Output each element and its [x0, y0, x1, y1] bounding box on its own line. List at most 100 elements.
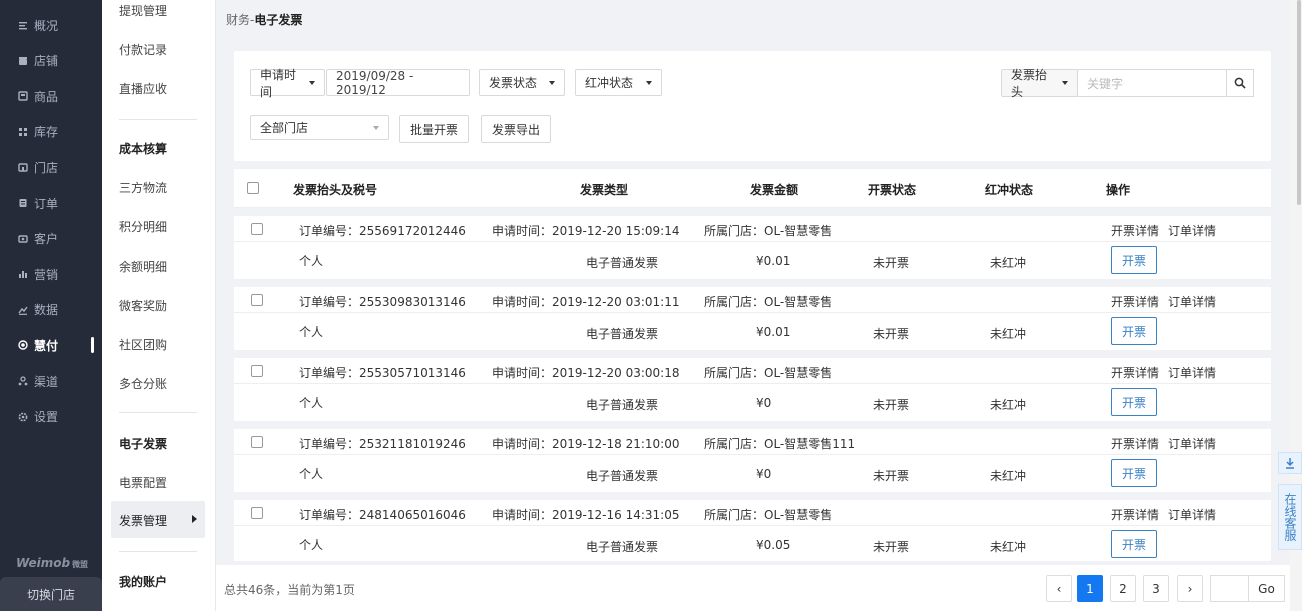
nav-item-4[interactable]: 门店 [0, 149, 102, 185]
caret-down-icon [309, 80, 315, 85]
invoice-detail-link[interactable]: 开票详情 [1111, 293, 1159, 310]
open-invoice-button[interactable]: 开票 [1111, 317, 1157, 345]
red-status-select[interactable]: 红冲状态 [575, 69, 662, 96]
row-checkbox[interactable] [251, 507, 263, 519]
main-nav: 概况 店铺 商品 库存 门店 订单 客户营销数据 慧付 渠道 设置 [0, 0, 102, 611]
apply-time: 申请时间：2019-12-18 21:10:00 [492, 435, 679, 452]
nav-item-5[interactable]: 订单 [0, 185, 102, 221]
data-icon [18, 305, 28, 315]
open-invoice-button[interactable]: 开票 [1111, 530, 1157, 558]
batch-invoice-button[interactable]: 批量开票 [399, 115, 469, 143]
invoice-title-select[interactable]: 发票抬头 [1001, 68, 1078, 99]
store-label: 所属门店： [704, 366, 765, 380]
open-invoice-button[interactable]: 开票 [1111, 246, 1157, 274]
invoice-amount: ¥0 [756, 396, 772, 410]
nav-item-1[interactable]: 店铺 [0, 43, 102, 79]
nav-item-3[interactable]: 库存 [0, 114, 102, 150]
nav-item-9[interactable]: 慧付 [0, 327, 102, 363]
row-separator [234, 279, 1271, 287]
row-checkbox[interactable] [251, 294, 263, 306]
nav-item-10[interactable]: 渠道 [0, 363, 102, 399]
brand-logo: Weimob 微盟 [16, 556, 88, 570]
keyword-input[interactable]: 关键字 [1077, 69, 1227, 97]
invoice-amount: ¥0.05 [756, 538, 791, 552]
invoice-status-select[interactable]: 发票状态 [479, 69, 565, 96]
row-checkbox[interactable] [251, 223, 263, 235]
prev-page-button[interactable]: ‹ [1046, 575, 1072, 602]
nav-item-8[interactable]: 数据 [0, 292, 102, 328]
invoice-title: 个人 [299, 325, 324, 339]
subnav-item-points[interactable]: 积分明细 [119, 218, 167, 235]
subnav-item-live-receivable[interactable]: 直播应收 [119, 80, 167, 97]
order-detail-link[interactable]: 订单详情 [1168, 435, 1216, 452]
table-row: 订单编号：25530571013146 申请时间：2019-12-20 03:00… [234, 358, 1271, 421]
scrollbar-thumb[interactable] [1297, 0, 1301, 205]
store-icon [18, 56, 28, 66]
invoice-title: 个人 [299, 538, 324, 552]
invoice-type: 电子普通发票 [586, 327, 659, 341]
row-checkbox[interactable] [251, 365, 263, 377]
select-all-checkbox[interactable] [247, 182, 259, 194]
filter-panel: 申请时间 2019/09/28 - 2019/12 发票状态 红冲状态 发票抬头… [234, 51, 1271, 161]
subnav-item-community[interactable]: 社区团购 [119, 336, 167, 353]
subnav-item-multi-warehouse[interactable]: 多仓分账 [119, 375, 167, 392]
subnav-heading-account[interactable]: 我的账户 [119, 573, 167, 590]
order-number: 订单编号：24814065016046 [299, 506, 466, 523]
caret-right-icon [192, 515, 197, 523]
invoice-detail-link[interactable]: 开票详情 [1111, 364, 1159, 381]
divider [119, 412, 197, 413]
subnav-item-invoice-manage[interactable]: 发票管理 [111, 501, 205, 538]
go-button[interactable]: Go [1248, 575, 1285, 602]
download-button[interactable] [1278, 452, 1302, 474]
nav-item-label: 营销 [34, 267, 59, 282]
store: 所属门店：OL-智慧零售 [704, 364, 832, 381]
subnav-item-withdraw[interactable]: 提现管理 [119, 2, 167, 19]
page-button-2[interactable]: 2 [1110, 575, 1136, 602]
page-button-1[interactable]: 1 [1077, 575, 1103, 602]
search-button[interactable] [1226, 69, 1254, 97]
goto-page-input[interactable] [1210, 575, 1248, 602]
subnav-item-balance[interactable]: 余额明细 [119, 258, 167, 275]
nav-item-6[interactable]: 客户 [0, 221, 102, 257]
invoice-title: 个人 [299, 254, 324, 268]
order-detail-link[interactable]: 订单详情 [1168, 293, 1216, 310]
nav-item-0[interactable]: 概况 [0, 7, 102, 43]
open-invoice-button[interactable]: 开票 [1111, 459, 1157, 487]
table-row: 订单编号：24814065016046 申请时间：2019-12-16 14:31… [234, 500, 1271, 561]
search-icon [1234, 77, 1246, 89]
apply-time-value: 2019-12-20 03:01:11 [552, 295, 680, 309]
store-select[interactable]: 全部门店 [250, 115, 389, 140]
date-range-input[interactable]: 2019/09/28 - 2019/12 [326, 69, 470, 97]
nav-item-7[interactable]: 营销 [0, 256, 102, 292]
caret-down-icon [373, 125, 379, 130]
subnav-item-invoice-config[interactable]: 电票配置 [119, 474, 167, 491]
order-detail-link[interactable]: 订单详情 [1168, 364, 1216, 381]
row-checkbox[interactable] [251, 436, 263, 448]
nav-item-11[interactable]: 设置 [0, 399, 102, 435]
row-separator [234, 421, 1271, 429]
invoice-detail-link[interactable]: 开票详情 [1111, 506, 1159, 523]
apply-time-select[interactable]: 申请时间 [250, 68, 325, 99]
sub-nav: 提现管理 付款记录 直播应收 成本核算 三方物流 积分明细 余额明细 微客奖励 … [102, 0, 216, 611]
open-invoice-button[interactable]: 开票 [1111, 388, 1157, 416]
invoice-detail-link[interactable]: 开票详情 [1111, 435, 1159, 452]
subnav-item-logistics[interactable]: 三方物流 [119, 179, 167, 196]
switch-store-button[interactable]: 切换门店 [0, 577, 102, 611]
next-page-button[interactable]: › [1177, 575, 1203, 602]
order-no-label: 订单编号： [299, 366, 360, 380]
order-no-value: 25530983013146 [359, 295, 466, 309]
order-detail-link[interactable]: 订单详情 [1168, 222, 1216, 239]
export-invoice-button[interactable]: 发票导出 [481, 115, 551, 143]
page-button-3[interactable]: 3 [1143, 575, 1169, 602]
subnav-item-payment-records[interactable]: 付款记录 [119, 41, 167, 58]
order-no-label: 订单编号： [299, 224, 360, 238]
breadcrumb-prefix: 财务- [226, 13, 255, 27]
order-detail-link[interactable]: 订单详情 [1168, 506, 1216, 523]
subnav-item-weike-reward[interactable]: 微客奖励 [119, 297, 167, 314]
online-service-button[interactable]: 在线客服 [1278, 484, 1302, 550]
nav-item-2[interactable]: 商品 [0, 78, 102, 114]
column-header-title: 发票抬头及税号 [293, 183, 378, 197]
apply-time: 申请时间：2019-12-20 15:09:14 [492, 222, 679, 239]
invoice-detail-link[interactable]: 开票详情 [1111, 222, 1159, 239]
apply-time-label: 申请时间： [492, 437, 553, 451]
